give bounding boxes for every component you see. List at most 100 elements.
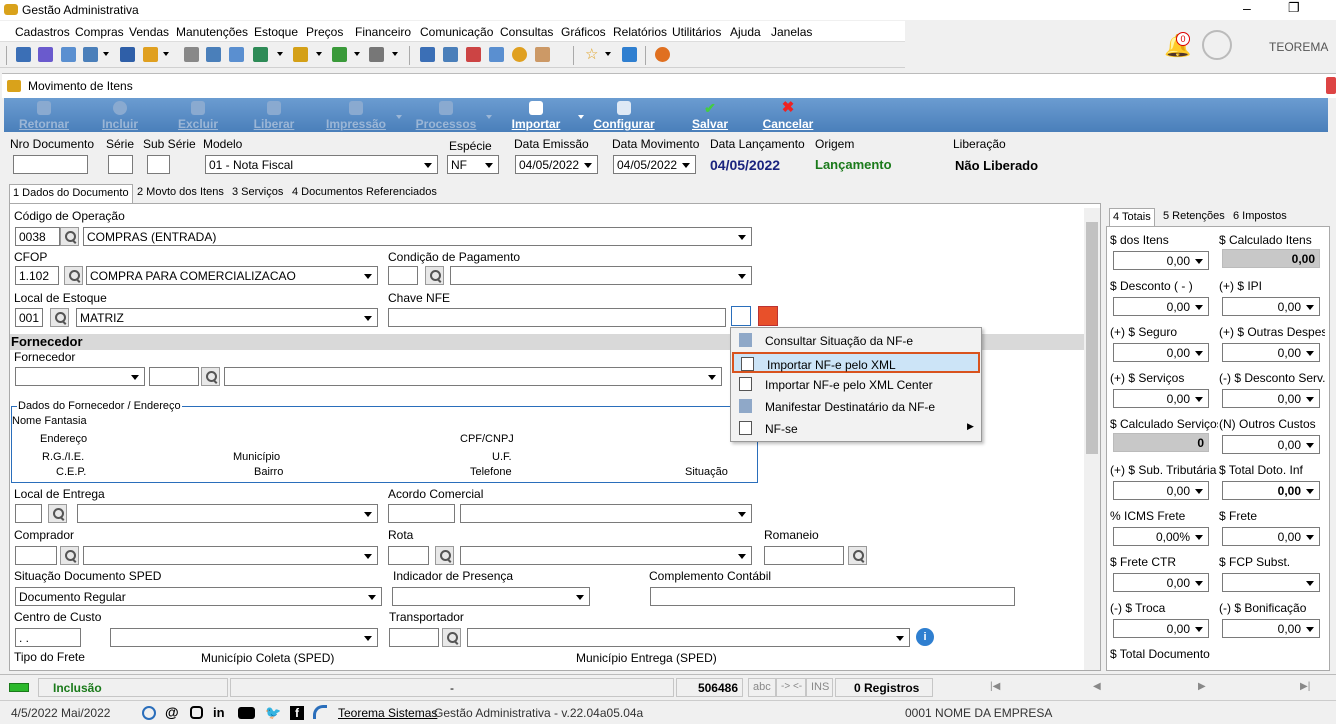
chevron-down-icon[interactable] [392, 52, 398, 56]
menu-item-manifestar[interactable]: Manifestar Destinatário da NF-e [732, 396, 980, 417]
menu-utilitarios[interactable]: Utilitários [672, 25, 721, 39]
tab-dados-documento[interactable]: 1 Dados do Documento [9, 184, 133, 203]
teorema-link[interactable]: Teorema Sistemas [338, 706, 437, 720]
menu-janelas[interactable]: Janelas [771, 25, 812, 39]
menu-financeiro[interactable]: Financeiro [355, 25, 411, 39]
avatar[interactable] [1202, 30, 1232, 60]
menu-compras[interactable]: Compras [75, 25, 124, 39]
menu-graficos[interactable]: Gráficos [561, 25, 606, 39]
fornecedor-code-input[interactable] [149, 367, 199, 386]
chevron-down-icon[interactable] [396, 115, 402, 119]
cart-icon[interactable] [253, 47, 268, 62]
tab-documentos-referenciados[interactable]: 4 Documentos Referenciados [289, 184, 440, 203]
users-icon[interactable] [16, 47, 31, 62]
rota-code-input[interactable] [388, 546, 429, 565]
main-scrollbar[interactable] [1084, 208, 1100, 670]
local-select[interactable]: MATRIZ [76, 308, 378, 327]
total-value-select[interactable]: 0,00 [1222, 389, 1320, 408]
menu-ajuda[interactable]: Ajuda [730, 25, 761, 39]
transportador-code-input[interactable] [389, 628, 439, 647]
support-icon[interactable] [142, 706, 156, 720]
email-icon[interactable]: @ [165, 704, 179, 720]
subserie-input[interactable] [147, 155, 170, 174]
total-value-select[interactable] [1222, 573, 1320, 592]
contact-icon[interactable] [83, 47, 98, 62]
chave-nfe-input[interactable] [388, 308, 726, 327]
menu-manutencoes[interactable]: Manutenções [176, 25, 248, 39]
search-icon[interactable] [442, 628, 461, 647]
emissao-date[interactable]: 04/05/2022 [515, 155, 598, 174]
total-value-select[interactable]: 0,00 [1222, 619, 1320, 638]
contabil-input[interactable] [650, 587, 1015, 606]
menu-precos[interactable]: Preços [306, 25, 343, 39]
transportador-select[interactable] [467, 628, 910, 647]
window-icon[interactable] [489, 47, 504, 62]
pdf-icon[interactable] [758, 306, 778, 326]
chevron-down-icon[interactable] [354, 52, 360, 56]
romaneio-input[interactable] [764, 546, 844, 565]
configurar-button[interactable]: Configurar [591, 98, 657, 132]
total-value-select[interactable]: 0,00 [1113, 573, 1209, 592]
menu-estoque[interactable]: Estoque [254, 25, 298, 39]
scroll-thumb[interactable] [1086, 222, 1098, 454]
retornar-button[interactable]: Retornar [16, 98, 72, 132]
star-icon[interactable]: ☆ [585, 47, 600, 62]
clock-icon[interactable] [512, 47, 527, 62]
search-icon[interactable] [60, 546, 79, 565]
total-value-select[interactable]: 0,00 [1113, 343, 1209, 362]
folder-icon[interactable] [293, 47, 308, 62]
minimize-button[interactable]: – [1243, 0, 1257, 18]
local-code-input[interactable]: 001 [15, 308, 43, 327]
next-record-icon[interactable]: ▶ [1198, 681, 1206, 692]
comprador-code-input[interactable] [15, 546, 57, 565]
especie-select[interactable]: NF [447, 155, 499, 174]
prev-record-icon[interactable]: ◀ [1093, 681, 1101, 692]
cfop-code-input[interactable]: 1.102 [15, 266, 59, 285]
search-icon[interactable] [64, 266, 83, 285]
importar-button[interactable]: Importar [506, 98, 566, 132]
acordo-select[interactable] [460, 504, 752, 523]
total-value-select[interactable]: 0,00 [1113, 297, 1209, 316]
tab-servicos[interactable]: 3 Serviços [229, 184, 286, 203]
twitter-icon[interactable]: 🐦 [265, 705, 281, 721]
search-icon[interactable] [48, 504, 67, 523]
tab-retencoes[interactable]: 5 Retenções [1160, 208, 1228, 227]
truck-icon[interactable] [332, 47, 347, 62]
total-value-select[interactable]: 0,00 [1222, 343, 1320, 362]
tab-totais[interactable]: 4 Totais [1109, 208, 1155, 227]
menu-item-consultar-nfe[interactable]: Consultar Situação da NF-e [732, 330, 980, 351]
total-value-select[interactable]: 0,00 [1113, 251, 1209, 270]
fornecedor-select[interactable] [224, 367, 722, 386]
centro-custo-select[interactable] [110, 628, 378, 647]
processos-button[interactable]: Processos [408, 98, 484, 132]
condpag-code-input[interactable] [388, 266, 418, 285]
movimento-date[interactable]: 04/05/2022 [613, 155, 696, 174]
menu-consultas[interactable]: Consultas [500, 25, 553, 39]
excluir-button[interactable]: Excluir [170, 98, 226, 132]
facebook-icon[interactable]: f [290, 706, 304, 720]
instagram-icon[interactable] [190, 706, 203, 719]
impressao-button[interactable]: Impressão [316, 98, 396, 132]
total-value-select[interactable]: 0,00 [1113, 481, 1209, 500]
calculator-icon[interactable] [443, 47, 458, 62]
local-entrega-code-input[interactable] [15, 504, 42, 523]
total-value-select[interactable]: 0,00 [1113, 619, 1209, 638]
scale-icon[interactable] [184, 47, 199, 62]
money-icon[interactable] [206, 47, 221, 62]
total-value-select[interactable]: 0,00 [1113, 389, 1209, 408]
chevron-down-icon[interactable] [486, 115, 492, 119]
search-icon[interactable] [425, 266, 444, 285]
total-value-select[interactable]: 0,00 [1222, 481, 1320, 500]
people-icon[interactable] [38, 47, 53, 62]
cancelar-button[interactable]: ✖ Cancelar [758, 98, 818, 132]
modelo-select[interactable]: 01 - Nota Fiscal [205, 155, 438, 174]
menu-item-importar-xml[interactable]: Importar NF-e pelo XML [732, 352, 980, 373]
card-icon[interactable] [61, 47, 76, 62]
total-value-select[interactable]: 0,00 [1222, 297, 1320, 316]
chevron-down-icon[interactable] [578, 115, 584, 119]
rota-select[interactable] [460, 546, 752, 565]
list-icon[interactable] [229, 47, 244, 62]
xml-import-icon[interactable] [731, 306, 751, 326]
menu-item-nfse[interactable]: NF-se ▶ [732, 418, 980, 439]
calendar-icon[interactable] [466, 47, 481, 62]
